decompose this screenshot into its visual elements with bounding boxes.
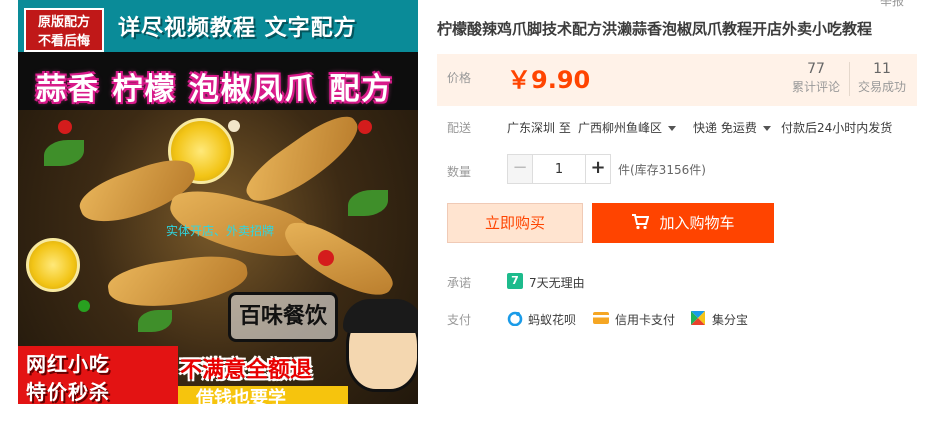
image-banner-text: 蒜香 柠檬 泡椒凤爪 配方: [36, 72, 394, 107]
reviews-count: 77: [807, 61, 825, 77]
product-main-image[interactable]: 原版配方 不看后悔 详尽视频教程 文字配方 蒜香 柠檬 泡椒凤爪 配方 实体开店…: [18, 0, 418, 404]
delivery-destination: 广西柳州鱼峰区: [578, 121, 663, 135]
add-to-cart-button[interactable]: 加入购物车: [592, 203, 774, 243]
jifen-icon: [691, 311, 705, 325]
deals-label: 交易成功: [857, 80, 906, 94]
image-watermark: 实体开店、外卖招牌: [166, 224, 275, 238]
dispatch-info: 付款后24小时内发货: [781, 121, 893, 135]
price-value: ￥9.90: [507, 66, 591, 94]
add-to-cart-label: 加入购物车: [659, 214, 735, 232]
chili-shape: [58, 120, 72, 134]
reviews-label: 累计评论: [791, 80, 840, 94]
chili-shape: [78, 300, 90, 312]
chili-shape: [318, 250, 334, 266]
promise-text[interactable]: 7天无理由: [529, 274, 585, 291]
quantity-increase-button[interactable]: +: [585, 154, 611, 184]
chili-shape: [228, 120, 240, 132]
deals-stat: 11 交易成功: [849, 60, 915, 96]
price-box: 价格 ￥9.90 77 累计评论 11 交易成功: [437, 54, 917, 106]
image-badge-line1: 原版配方: [37, 15, 90, 30]
quantity-stepper: − +: [507, 154, 611, 184]
payment-method-huabei: 蚂蚁花呗: [528, 313, 577, 327]
cartoon-face-illustration: [343, 299, 418, 392]
image-badge-line2: 不看后悔: [37, 34, 90, 49]
image-bottom-right-text: 不满意全额退: [180, 358, 313, 383]
buy-now-button[interactable]: 立即购买: [447, 203, 583, 243]
herb-leaf-shape: [138, 310, 172, 332]
delivery-destination-select[interactable]: 广西柳州鱼峰区: [578, 119, 677, 136]
credit-card-icon: [593, 312, 609, 324]
product-title: 柠檬酸辣鸡爪脚技术配方洪濑蒜香泡椒凤爪教程开店外卖小吃教程: [437, 20, 873, 38]
image-bottom-left-line1: 网红小吃: [26, 352, 110, 376]
quantity-input[interactable]: [533, 154, 585, 184]
report-link[interactable]: 举报: [880, 0, 904, 9]
image-bottom-strip-text: 借钱也要学: [196, 388, 286, 404]
chevron-down-icon: [762, 126, 771, 131]
image-bottom-left-line2: 特价秒杀: [26, 380, 110, 404]
chevron-down-icon: [668, 126, 677, 131]
quantity-label: 数量: [447, 165, 472, 179]
huabei-icon: [507, 311, 523, 326]
reviews-stat[interactable]: 77 累计评论: [783, 60, 849, 96]
chicken-feet-shape: [238, 106, 368, 214]
payment-method-credit-card: 信用卡支付: [615, 313, 676, 327]
payment-method-jifen: 集分宝: [712, 313, 749, 327]
image-logo: 百味餐饮: [228, 292, 338, 342]
chili-shape: [358, 120, 372, 134]
herb-leaf-shape: [44, 140, 84, 166]
quantity-decrease-button[interactable]: −: [507, 154, 533, 184]
stock-info: 件(库存3156件): [618, 163, 706, 177]
deals-count: 11: [873, 61, 891, 77]
seven-day-return-icon: 7: [507, 273, 523, 289]
image-badge: 原版配方 不看后悔: [24, 8, 104, 52]
delivery-from: 广东深圳 至: [507, 121, 571, 135]
shipping-select[interactable]: 快递 免运费: [693, 119, 771, 136]
delivery-label: 配送: [447, 121, 472, 135]
lemon-slice-shape: [26, 238, 80, 292]
payment-label: 支付: [447, 313, 472, 327]
cart-icon: [632, 214, 650, 230]
price-label: 价格: [447, 71, 472, 85]
shipping-method: 快递 免运费: [693, 121, 757, 135]
image-bottom-left-text: 网红小吃 特价秒杀: [26, 350, 110, 404]
product-detail-page: 原版配方 不看后悔 详尽视频教程 文字配方 蒜香 柠檬 泡椒凤爪 配方 实体开店…: [0, 0, 931, 427]
herb-leaf-shape: [348, 190, 388, 216]
image-headline: 详尽视频教程 文字配方: [118, 16, 357, 41]
promise-label: 承诺: [447, 276, 472, 290]
